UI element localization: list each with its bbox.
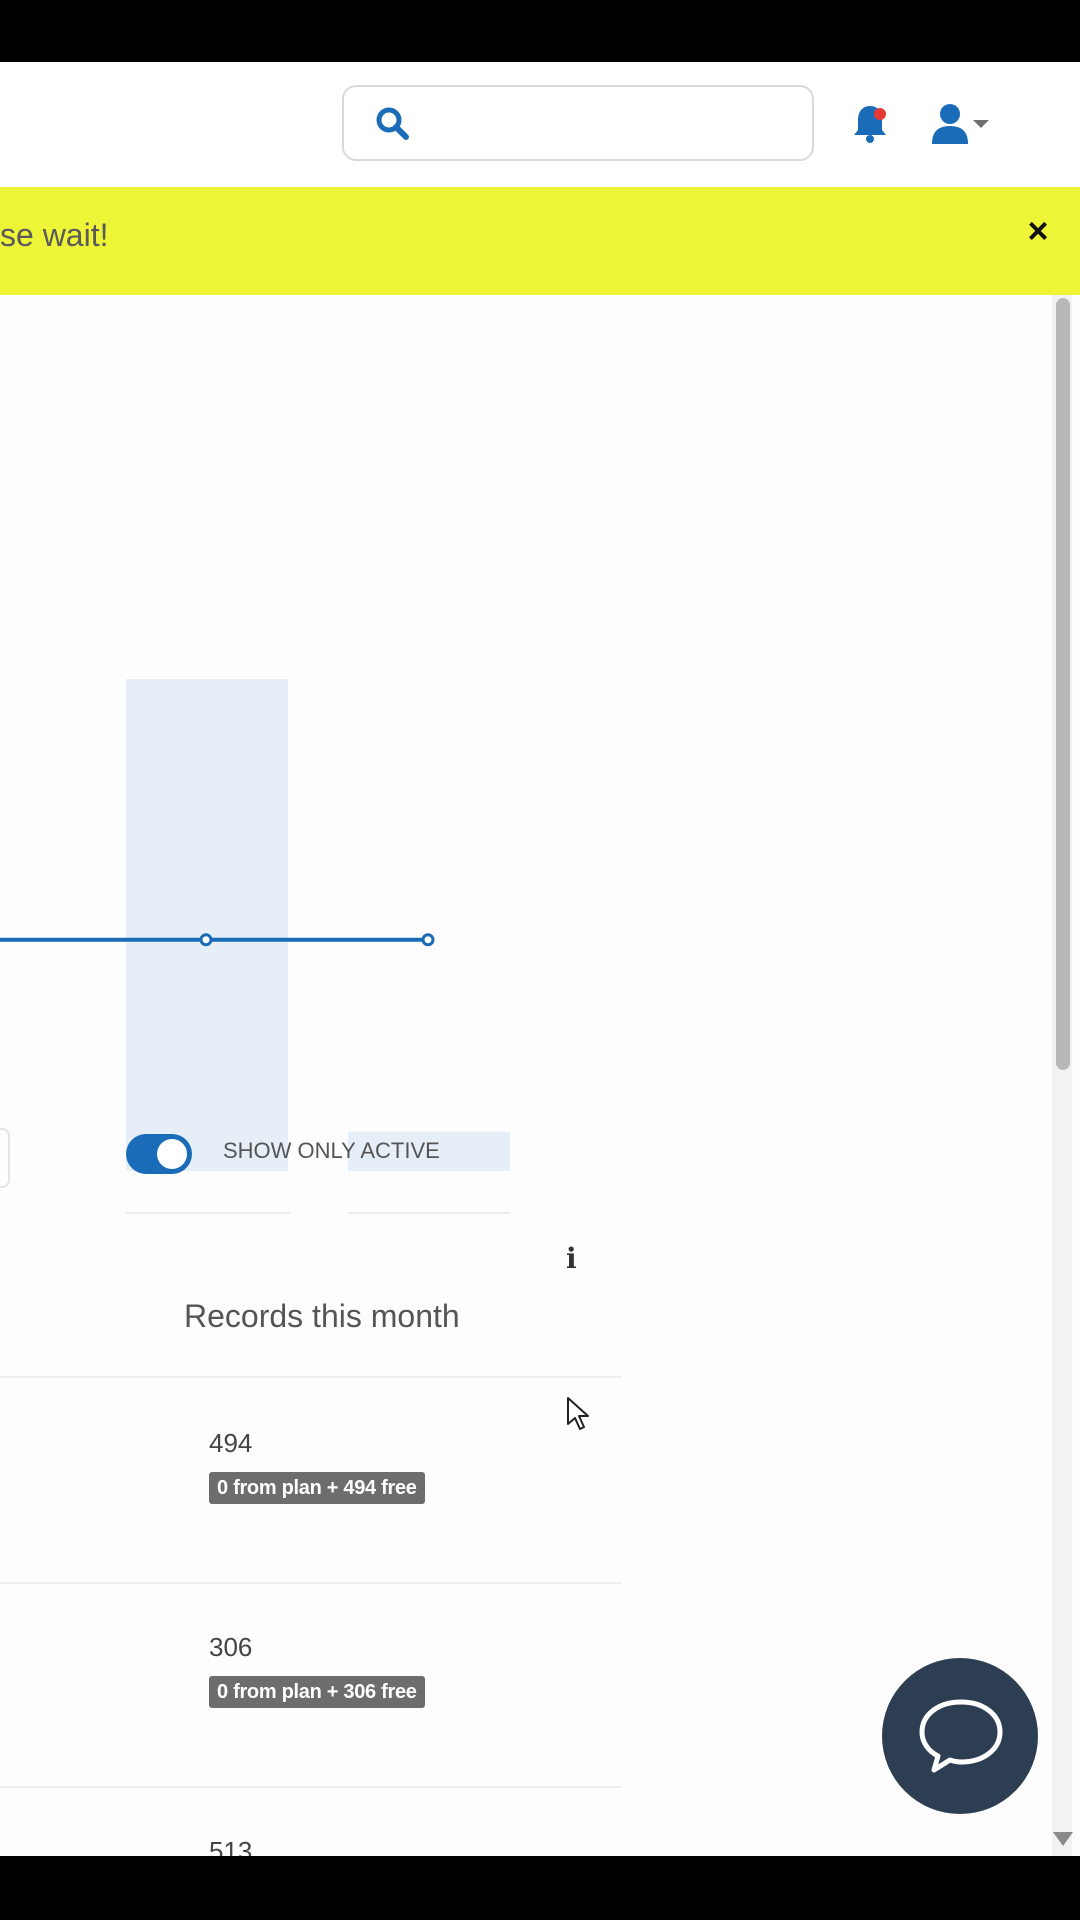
- scrollbar-thumb[interactable]: [1056, 298, 1070, 1070]
- search-icon[interactable]: [374, 105, 412, 143]
- toggle-knob: [157, 1139, 187, 1169]
- records-this-month-header: Records this month: [184, 1298, 460, 1334]
- records-badge: 0 from plan + 306 free: [209, 1676, 425, 1708]
- scroll-down-arrow-icon[interactable]: [1053, 1832, 1073, 1846]
- notice-banner: se wait! ×: [0, 187, 1080, 295]
- records-badge: 0 from plan + 494 free: [209, 1472, 425, 1504]
- chart-point: [421, 933, 435, 947]
- usage-chart: [0, 679, 510, 1171]
- banner-text: se wait!: [0, 217, 109, 253]
- top-header: [0, 62, 1080, 186]
- chart-bar: [126, 679, 288, 1171]
- row-divider: [0, 1376, 622, 1378]
- show-only-active-label: SHOW ONLY ACTIVE: [223, 1138, 440, 1163]
- app-screen: se wait! × SHOW ONLY ACTIVE i Records th…: [0, 62, 1080, 1856]
- row-divider: [0, 1582, 622, 1584]
- records-value: 306: [209, 1632, 253, 1662]
- records-value: 494: [209, 1428, 253, 1458]
- row-divider: [0, 1786, 622, 1788]
- caret-down-icon[interactable]: [973, 120, 989, 128]
- search-box[interactable]: [342, 85, 814, 161]
- mouse-cursor-icon: [567, 1397, 589, 1430]
- user-icon[interactable]: [930, 102, 970, 144]
- divider: [348, 1212, 510, 1214]
- notification-dot: [874, 108, 886, 120]
- chat-bubble-icon: [919, 1699, 1003, 1773]
- divider: [126, 1212, 290, 1214]
- close-icon[interactable]: ×: [1022, 213, 1054, 249]
- chat-button[interactable]: [882, 1658, 1038, 1814]
- show-only-active-toggle[interactable]: [126, 1134, 192, 1174]
- info-icon[interactable]: i: [566, 1242, 577, 1275]
- filter-control-edge[interactable]: [0, 1128, 10, 1188]
- search-input[interactable]: [424, 97, 798, 151]
- chart-point: [199, 933, 213, 947]
- records-value: 513: [209, 1836, 253, 1856]
